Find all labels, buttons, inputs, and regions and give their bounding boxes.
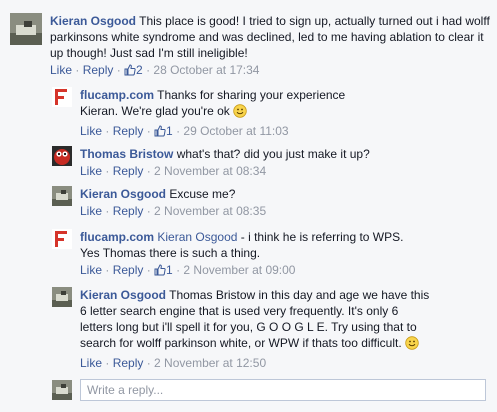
- like-button[interactable]: Like: [80, 164, 102, 178]
- reply-button[interactable]: Reply: [113, 263, 144, 277]
- comment-timestamp[interactable]: 2 November at 08:35: [154, 204, 266, 218]
- comment-timestamp[interactable]: 2 November at 12:50: [154, 356, 266, 370]
- comment-actions: Like · Reply · 2 · 28 October at 17:34: [50, 62, 490, 80]
- comment-author[interactable]: flucamp.com: [80, 230, 154, 244]
- like-button[interactable]: Like: [80, 263, 102, 277]
- avatar[interactable]: [10, 13, 42, 45]
- thumbs-up-icon: [154, 125, 166, 141]
- avatar[interactable]: [52, 87, 72, 107]
- avatar-image: [52, 146, 72, 166]
- reply-composer: [52, 379, 486, 401]
- avatar[interactable]: [52, 186, 72, 206]
- comment-author[interactable]: flucamp.com: [80, 88, 154, 102]
- like-count-value: 1: [166, 124, 173, 138]
- like-button[interactable]: Like: [50, 63, 72, 77]
- comment-text: Kieran Osgood This place is good! I trie…: [50, 13, 490, 61]
- reply-comment: Kieran Osgood Excuse me? Like · Reply · …: [52, 186, 482, 219]
- avatar-image: [52, 287, 72, 307]
- like-count-value: 1: [166, 263, 173, 277]
- avatar-image: [52, 186, 72, 206]
- reply-comment: flucamp.com Kieran Osgood - i think he i…: [52, 229, 482, 280]
- reply-button[interactable]: Reply: [113, 356, 144, 370]
- comment-actions: Like · Reply · 2 November at 08:34: [80, 164, 267, 178]
- comment-author[interactable]: Thomas Bristow: [80, 147, 173, 161]
- like-button[interactable]: Like: [80, 356, 102, 370]
- comment-actions: Like · Reply · 2 November at 08:35: [80, 204, 267, 218]
- thumbs-up-icon: [124, 64, 136, 80]
- avatar: [52, 380, 72, 400]
- comment-message: Excuse me?: [166, 187, 236, 201]
- like-button[interactable]: Like: [80, 204, 102, 218]
- reply-comment: Thomas Bristow what's that? did you just…: [52, 146, 482, 179]
- comment-timestamp[interactable]: 29 October at 11:03: [183, 124, 288, 138]
- mention-link[interactable]: Kieran Osgood: [157, 230, 237, 244]
- like-count[interactable]: 2: [124, 63, 143, 77]
- comment-author[interactable]: Kieran Osgood: [80, 187, 166, 201]
- like-count[interactable]: 1: [154, 263, 173, 277]
- comment-thread: Kieran Osgood This place is good! I trie…: [0, 0, 497, 412]
- avatar-image: [10, 13, 42, 45]
- comment-author[interactable]: Kieran Osgood: [80, 288, 166, 302]
- comment-actions: Like · Reply · 1 · 2 November at 09:00: [80, 262, 425, 280]
- comment-text: Kieran Osgood Thomas Bristow in this day…: [80, 287, 432, 354]
- reply-button[interactable]: Reply: [113, 164, 144, 178]
- reply-button[interactable]: Reply: [113, 204, 144, 218]
- comment-timestamp[interactable]: 2 November at 08:34: [154, 164, 266, 178]
- comment-message: what's that? did you just make it up?: [173, 147, 370, 161]
- comment-actions: Like · Reply · 1 · 29 October at 11:03: [80, 123, 380, 141]
- comment-text: Thomas Bristow what's that? did you just…: [80, 146, 460, 162]
- comment-actions: Like · Reply · 2 November at 12:50: [80, 356, 267, 370]
- like-count-value: 2: [136, 63, 143, 77]
- smiley-emoji-icon: [405, 336, 419, 354]
- reply-comment: flucamp.com Thanks for sharing your expe…: [52, 87, 482, 141]
- avatar-image: [52, 380, 72, 400]
- comment-text: Kieran Osgood Excuse me?: [80, 186, 460, 202]
- comment-timestamp[interactable]: 2 November at 09:00: [183, 263, 295, 277]
- reply-comment: Kieran Osgood Thomas Bristow in this day…: [52, 287, 482, 371]
- avatar[interactable]: [52, 287, 72, 307]
- like-count[interactable]: 1: [154, 124, 173, 138]
- avatar[interactable]: [52, 229, 72, 249]
- thumbs-up-icon: [154, 264, 166, 280]
- comment-text: flucamp.com Thanks for sharing your expe…: [80, 87, 380, 122]
- comment-text: flucamp.com Kieran Osgood - i think he i…: [80, 229, 425, 261]
- smiley-emoji-icon: [233, 104, 247, 122]
- comment-author[interactable]: Kieran Osgood: [50, 14, 136, 28]
- comment-timestamp[interactable]: 28 October at 17:34: [153, 63, 259, 77]
- comment: Kieran Osgood This place is good! I trie…: [10, 13, 490, 80]
- like-button[interactable]: Like: [80, 124, 102, 138]
- reply-button[interactable]: Reply: [83, 63, 114, 77]
- reply-input[interactable]: [80, 379, 486, 401]
- avatar-image: [52, 229, 72, 249]
- avatar-image: [52, 87, 72, 107]
- avatar[interactable]: [52, 146, 72, 166]
- reply-button[interactable]: Reply: [113, 124, 144, 138]
